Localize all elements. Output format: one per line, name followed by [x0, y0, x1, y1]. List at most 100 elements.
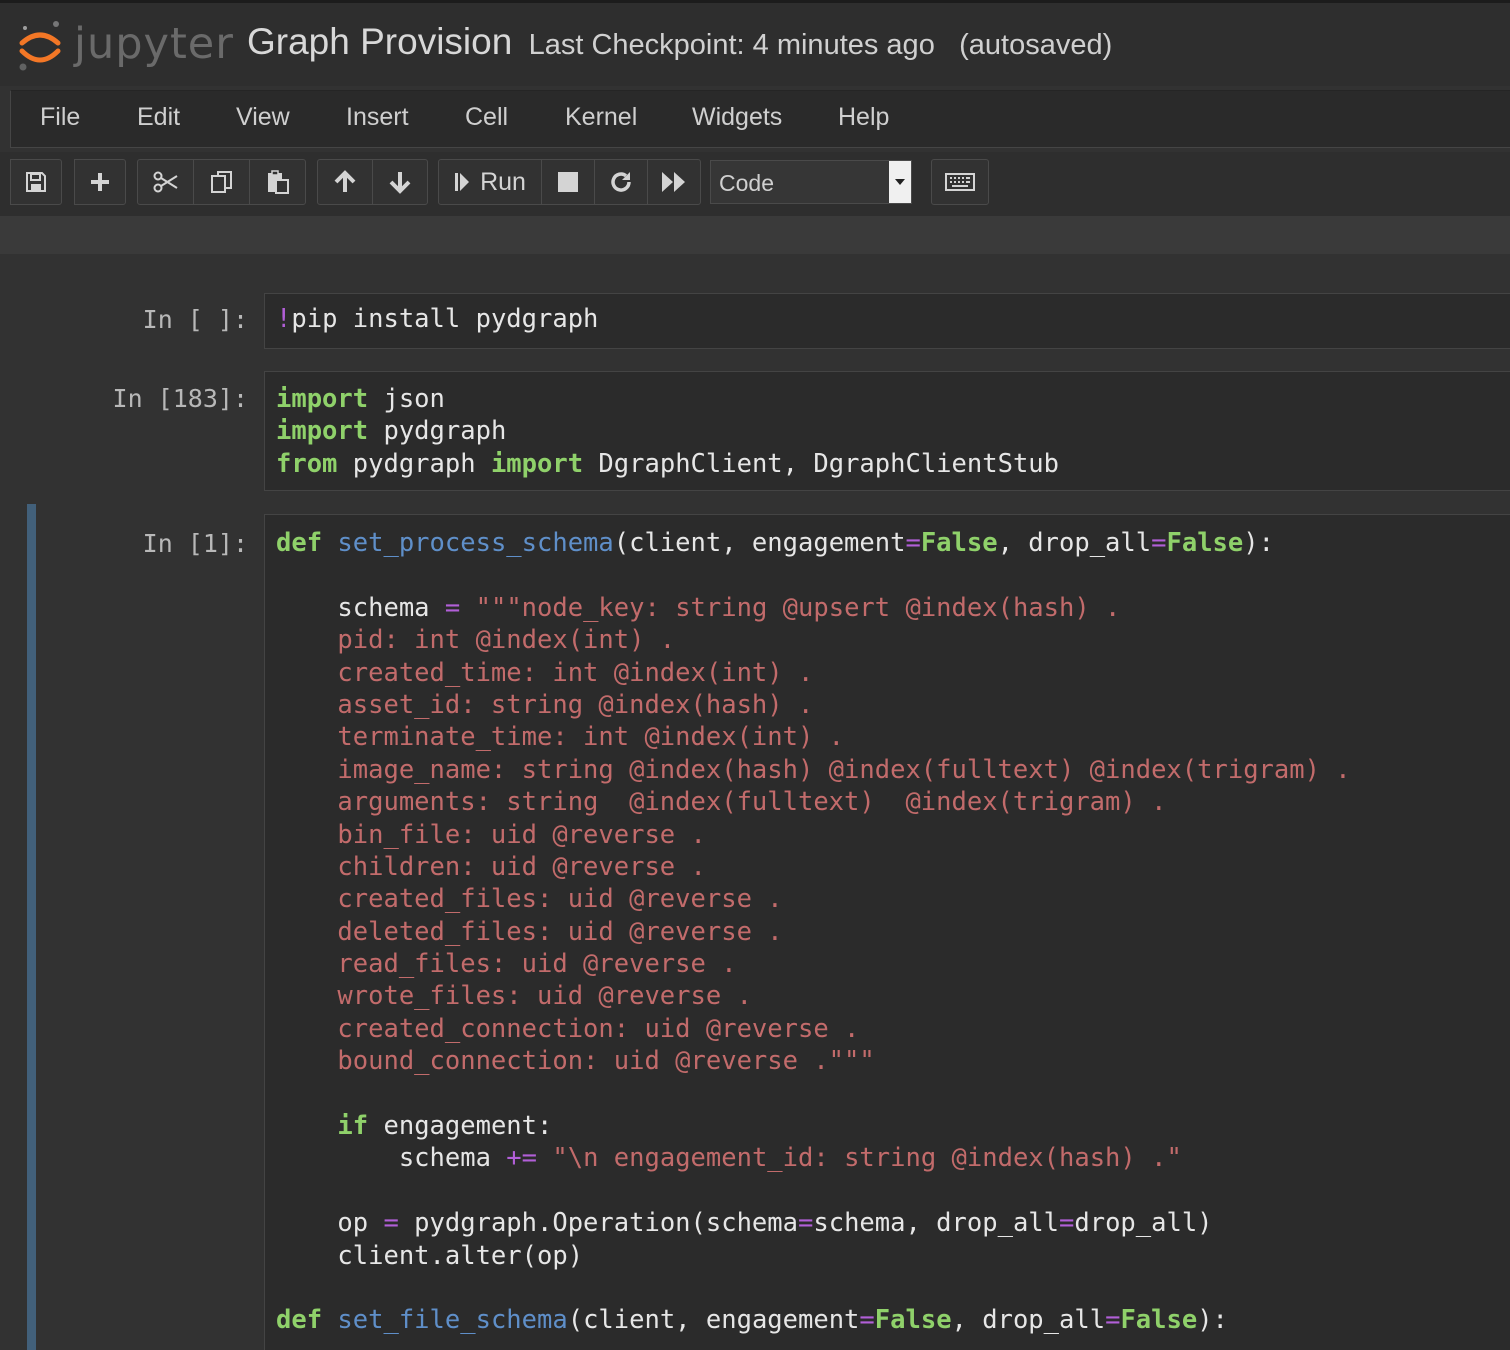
menu-cell[interactable]: Cell [465, 103, 508, 132]
menu-edit[interactable]: Edit [137, 103, 180, 132]
menu-kernel[interactable]: Kernel [565, 103, 637, 132]
code-token: image_name: string @index(hash) @index(f… [276, 754, 1351, 785]
code-token: (client, engagement [567, 1305, 860, 1336]
code-line: bound_connection: uid @reverse .""" [276, 1045, 1351, 1077]
code-cell-selected[interactable]: In [1]: def set_process_schema(client, e… [0, 504, 1510, 1350]
code-line: if engagement: [276, 1110, 1351, 1142]
code-token: , drop_all [951, 1305, 1106, 1336]
cell-type-select[interactable]: Code [710, 160, 912, 204]
code-cell[interactable]: In [183]: import json import pydgraph from… [0, 371, 1510, 491]
code-token: deleted_files: uid @reverse . [276, 916, 783, 947]
code-token: = [1151, 528, 1167, 558]
copy-button[interactable] [193, 159, 250, 205]
code-line: schema = """node_key: string @upsert @in… [276, 592, 1351, 624]
save-button[interactable] [10, 159, 62, 205]
jupyter-logo-text: jupyter [74, 19, 234, 69]
code-token: pid: int @index(int) . [276, 625, 676, 656]
code-line: op = pydgraph.Operation(schema=schema, d… [276, 1207, 1351, 1239]
jupyter-notebook-page: jupyter Graph Provision Last Checkpoint:… [0, 0, 1510, 1350]
code-token: = [1059, 1208, 1075, 1239]
run-button[interactable]: Run [438, 159, 542, 205]
code-line: bin_file: uid @reverse . [276, 819, 1351, 851]
plus-icon [91, 173, 109, 191]
code-lines: import json import pydgraph from pydgraph … [276, 383, 1059, 480]
menu-widgets[interactable]: Widgets [692, 103, 782, 132]
clipboard-group [137, 159, 306, 205]
code-token: wrote_files: uid @reverse . [276, 981, 752, 1012]
chevron-down-icon[interactable] [889, 161, 911, 203]
move-down-button[interactable] [372, 159, 428, 205]
menu-help[interactable]: Help [838, 103, 889, 132]
code-input[interactable]: import json import pydgraph from pydgraph … [264, 371, 1510, 491]
code-input[interactable]: def set_process_schema(client, engagemen… [264, 514, 1510, 1350]
code-line: wrote_files: uid @reverse . [276, 980, 1351, 1012]
code-token: = [859, 1305, 875, 1336]
jupyter-logo[interactable]: jupyter [16, 17, 233, 77]
cut-icon [153, 171, 178, 193]
stop-icon [558, 172, 578, 192]
fast-forward-icon [662, 172, 685, 192]
command-palette-group [931, 159, 989, 205]
notebook-title-bar: Graph Provision Last Checkpoint: 4 minut… [247, 21, 1112, 63]
save-icon [26, 172, 46, 192]
menu-view[interactable]: View [236, 103, 290, 132]
command-palette-button[interactable] [931, 159, 989, 205]
code-line: pid: int @index(int) . [276, 624, 1351, 656]
code-token: json [368, 384, 445, 414]
last-checkpoint: Last Checkpoint: 4 minutes ago [528, 29, 935, 61]
notebook-name[interactable]: Graph Provision [247, 21, 512, 62]
code-cell[interactable]: In [ ]: !pip install pydgraph [0, 293, 1510, 349]
save-group [10, 159, 62, 205]
restart-run-all-button[interactable] [647, 159, 701, 205]
paste-button[interactable] [249, 159, 306, 205]
toolbar-spacer [0, 216, 1510, 254]
code-line: children: uid @reverse . [276, 851, 1351, 883]
restart-kernel-button[interactable] [594, 159, 648, 205]
code-line: def set_process_schema(client, engagemen… [276, 527, 1351, 559]
code-token: created_connection: uid @reverse . [276, 1013, 860, 1044]
code-token: import [276, 384, 369, 414]
code-token: bound_connection: uid @reverse .""" [276, 1046, 875, 1077]
cut-button[interactable] [137, 159, 194, 205]
menu-file[interactable]: File [40, 103, 80, 132]
code-token: pip install pydgraph [291, 304, 599, 334]
move-up-button[interactable] [317, 159, 373, 205]
code-token: = [798, 1208, 814, 1239]
arrow-up-icon [334, 170, 356, 192]
run-group: Run [438, 159, 701, 205]
menu-insert[interactable]: Insert [346, 103, 409, 132]
code-token: children: uid @reverse . [276, 851, 706, 882]
code-token: schema [276, 1143, 507, 1174]
code-token: set_process_schema [337, 528, 614, 558]
code-token: created_time: int @index(int) . [276, 657, 814, 688]
code-input[interactable]: !pip install pydgraph [264, 293, 1510, 349]
code-line: created_connection: uid @reverse . [276, 1013, 1351, 1045]
code-line: !pip install pydgraph [276, 303, 598, 335]
code-token: import [276, 416, 369, 447]
code-token: False [1120, 1305, 1198, 1336]
code-token: False [1166, 528, 1244, 558]
paste-icon [267, 170, 289, 194]
code-lines: !pip install pydgraph [276, 303, 598, 335]
interrupt-kernel-button[interactable] [541, 159, 595, 205]
cell-prompt: In [ ]: [142, 305, 248, 334]
code-token: ): [1197, 1305, 1228, 1336]
cell-prompt: In [183]: [112, 384, 248, 413]
code-line: import json [276, 383, 1059, 415]
code-token: = [905, 528, 921, 558]
code-token: "\n engagement_id: string @index(hash) .… [552, 1143, 1182, 1174]
code-line: asset_id: string @index(hash) . [276, 689, 1351, 721]
code-token: set_file_schema [337, 1305, 568, 1336]
code-line: image_name: string @index(hash) @index(f… [276, 754, 1351, 786]
code-line: schema += "\n engagement_id: string @ind… [276, 1142, 1351, 1174]
insert-cell-button[interactable] [74, 159, 126, 205]
autosave-status: (autosaved) [959, 29, 1113, 61]
move-group [317, 159, 428, 205]
